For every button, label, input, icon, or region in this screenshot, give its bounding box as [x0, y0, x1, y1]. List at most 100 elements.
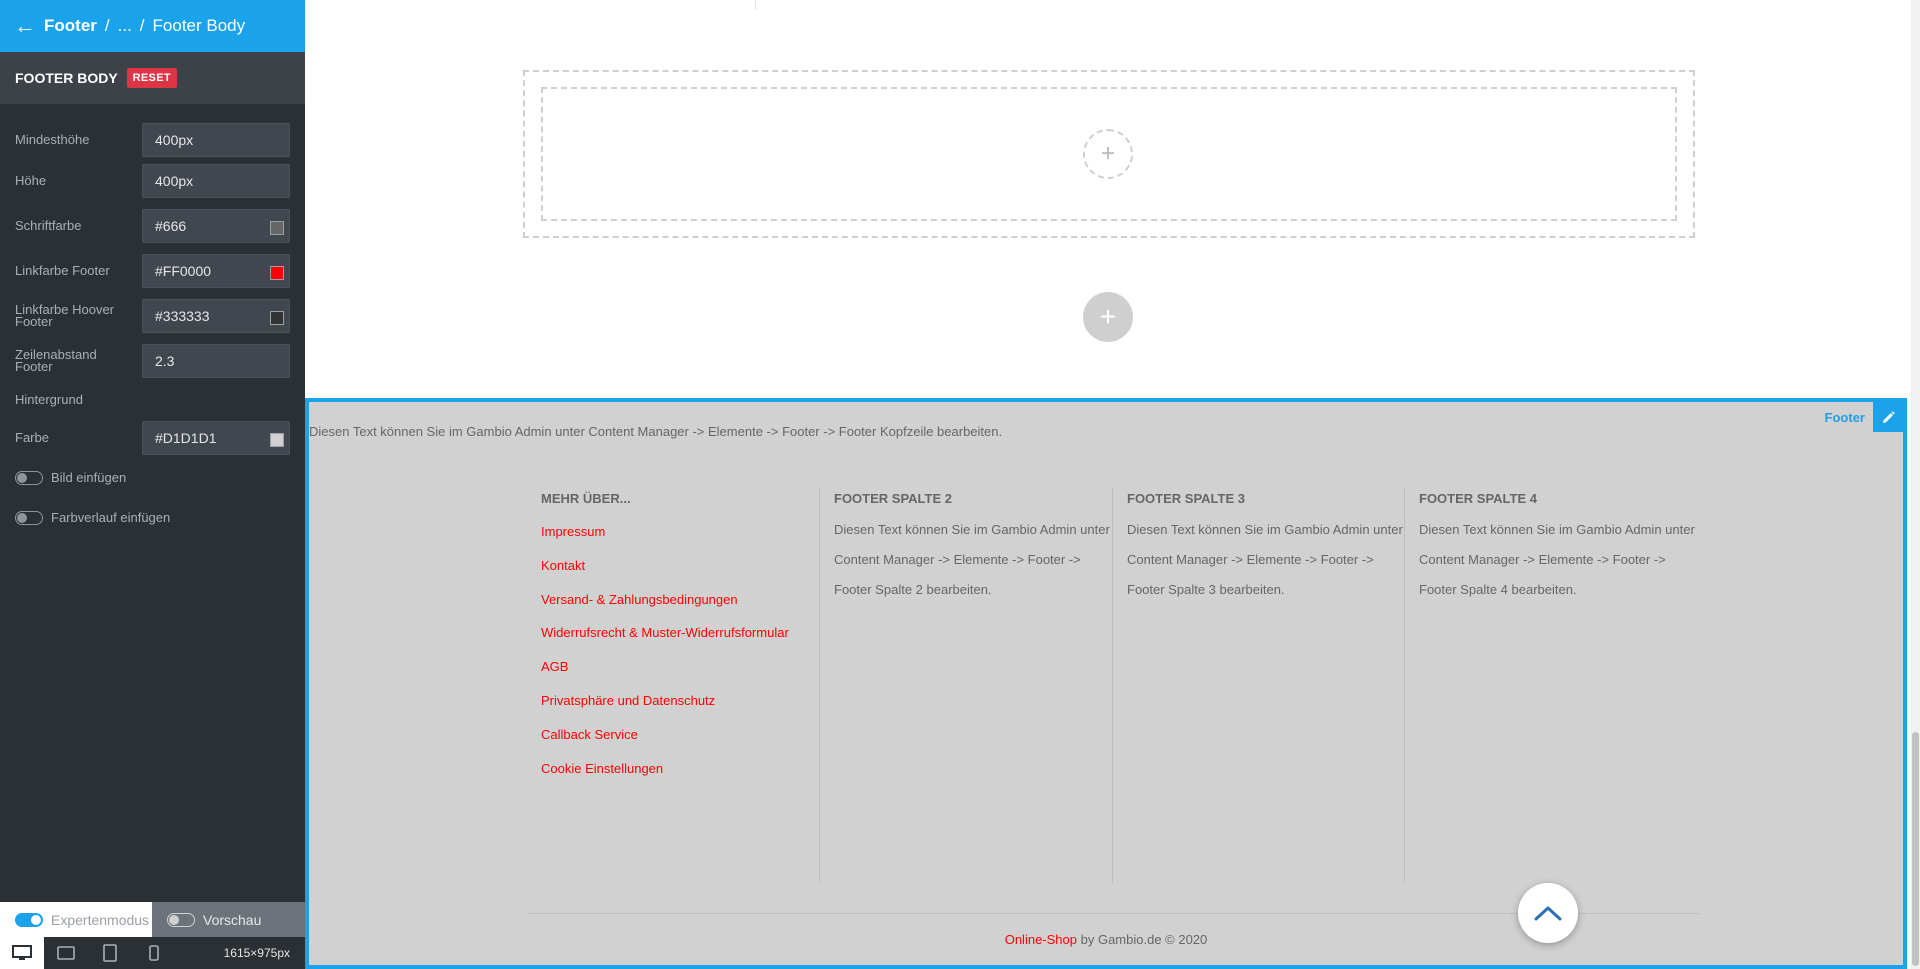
bg-color-field: Farbe #D1D1D1 — [0, 421, 305, 455]
link-color-value: #FF0000 — [155, 263, 212, 279]
footer-link-impressum[interactable]: Impressum — [541, 515, 820, 549]
link-color-field: Linkfarbe Footer #FF0000 — [0, 254, 305, 288]
toggle-knob — [17, 472, 27, 483]
column-text: Diesen Text können Sie im Gambio Admin u… — [834, 522, 1110, 597]
breadcrumb-ellipsis[interactable]: ... — [118, 16, 132, 36]
breadcrumb-current: Footer Body — [152, 16, 246, 35]
scroll-to-top-button[interactable] — [1518, 883, 1578, 943]
footer-column-4: FOOTER SPALTE 4 Diesen Text können Sie i… — [1404, 487, 1697, 883]
height-input[interactable]: 400px — [142, 164, 290, 198]
tablet-landscape-icon[interactable] — [44, 937, 88, 969]
plus-icon[interactable]: + — [1083, 129, 1133, 179]
footer-link-widerrufsrecht[interactable]: Widerrufsrecht & Muster-Widerrufsformula… — [541, 616, 820, 650]
device-bar: 1615×975px — [0, 937, 305, 969]
preview-label: Vorschau — [203, 911, 262, 928]
column-title: FOOTER SPALTE 4 — [1419, 491, 1537, 506]
link-color-input[interactable]: #FF0000 — [142, 254, 290, 288]
font-color-field: Schriftfarbe #666 — [0, 209, 305, 243]
footer-column-3: FOOTER SPALTE 3 Diesen Text können Sie i… — [1112, 487, 1405, 883]
footer-link-cookie[interactable]: Cookie Einstellungen — [541, 752, 820, 786]
editor-sidebar: ← Footer / ... / Footer Body FOOTER BODY… — [0, 0, 305, 969]
preview-switch[interactable] — [167, 912, 195, 927]
pencil-icon[interactable] — [1873, 402, 1903, 432]
font-color-value: #666 — [155, 218, 187, 234]
reset-button[interactable]: RESET — [126, 68, 177, 88]
footer-link-callback[interactable]: Callback Service — [541, 718, 820, 752]
column-title: FOOTER SPALTE 3 — [1127, 491, 1245, 506]
footer-badge: Footer — [1825, 402, 1903, 432]
footer-link-versand[interactable]: Versand- & Zahlungsbedingungen — [541, 583, 820, 617]
arrow-left-icon[interactable]: ← — [14, 13, 36, 39]
min-height-field: Mindesthöhe 400px — [0, 123, 305, 157]
phone-icon[interactable] — [132, 937, 176, 969]
toggle-knob — [31, 914, 41, 925]
expert-mode-label: Expertenmodus — [51, 911, 150, 928]
footer-column-1: MEHR ÜBER... Impressum Kontakt Versand- … — [527, 487, 820, 883]
breadcrumb-root[interactable]: Footer — [44, 16, 97, 36]
column-title: MEHR ÜBER... — [541, 491, 631, 506]
bg-color-label: Farbe — [15, 430, 49, 445]
section-title: FOOTER BODY — [15, 70, 118, 86]
footer-block[interactable]: Footer Diesen Text können Sie im Gambio … — [305, 398, 1907, 969]
chevron-up-icon — [1534, 906, 1562, 921]
link-hover-color-field: Linkfarbe Hoover Footer #333333 — [0, 299, 305, 333]
footer-header-text: Diesen Text können Sie im Gambio Admin u… — [309, 424, 1003, 439]
image-toggle[interactable] — [15, 470, 43, 485]
background-heading: Hintergrund — [15, 392, 83, 407]
bg-color-swatch[interactable] — [270, 433, 284, 447]
bg-color-value: #D1D1D1 — [155, 430, 217, 446]
min-height-value: 400px — [155, 132, 194, 148]
font-color-swatch[interactable] — [270, 221, 284, 235]
bg-color-input[interactable]: #D1D1D1 — [142, 421, 290, 455]
image-toggle-label: Bild einfügen — [51, 470, 127, 485]
copyright-text: by Gambio.de © 2020 — [1077, 932, 1208, 947]
scrollbar[interactable] — [1911, 0, 1920, 969]
expert-mode-switch[interactable] — [15, 912, 43, 927]
font-color-input[interactable]: #666 — [142, 209, 290, 243]
add-section-button[interactable]: + — [1083, 292, 1133, 342]
gradient-toggle-row[interactable]: Farbverlauf einfügen — [15, 510, 170, 525]
link-hover-color-swatch[interactable] — [270, 311, 284, 325]
footer-badge-label[interactable]: Footer — [1825, 410, 1865, 425]
footer-column-2: FOOTER SPALTE 2 Diesen Text können Sie i… — [819, 487, 1112, 883]
viewport-dimensions: 1615×975px — [223, 946, 290, 960]
expert-mode-toggle[interactable]: Expertenmodus — [0, 902, 152, 937]
breadcrumb-separator: / — [104, 16, 110, 35]
breadcrumb: ← Footer / ... / Footer Body — [0, 0, 305, 52]
min-height-input[interactable]: 400px — [142, 123, 290, 157]
tablet-portrait-icon[interactable] — [88, 937, 132, 969]
height-field: Höhe 400px — [0, 164, 305, 198]
link-hover-color-value: #333333 — [155, 308, 210, 324]
desktop-icon[interactable] — [0, 937, 44, 969]
section-header: FOOTER BODY RESET — [0, 52, 305, 104]
footer-link-agb[interactable]: AGB — [541, 650, 820, 684]
line-height-input[interactable]: 2.3 — [142, 344, 290, 378]
footer-link-kontakt[interactable]: Kontakt — [541, 549, 820, 583]
gradient-toggle[interactable] — [15, 510, 43, 525]
line-height-value: 2.3 — [155, 353, 175, 369]
font-color-label: Schriftfarbe — [15, 218, 82, 233]
height-value: 400px — [155, 173, 194, 189]
column-text: Diesen Text können Sie im Gambio Admin u… — [1419, 522, 1695, 597]
footer-link-datenschutz[interactable]: Privatsphäre und Datenschutz — [541, 684, 820, 718]
image-toggle-row[interactable]: Bild einfügen — [15, 470, 126, 485]
link-hover-color-label: Linkfarbe Hoover Footer — [15, 302, 114, 329]
divider — [755, 0, 756, 10]
toggle-knob — [17, 512, 27, 523]
mode-bar: Expertenmodus Vorschau — [0, 902, 305, 937]
height-label: Höhe — [15, 173, 47, 188]
scrollbar-thumb[interactable] — [1912, 732, 1919, 966]
link-hover-color-input[interactable]: #333333 — [142, 299, 290, 333]
toggle-knob — [169, 914, 179, 925]
line-height-label: Zeilenabstand Footer — [15, 347, 97, 374]
breadcrumb-separator: / — [139, 16, 145, 35]
preview-toggle[interactable]: Vorschau — [152, 902, 305, 937]
column-text: Diesen Text können Sie im Gambio Admin u… — [1127, 522, 1403, 597]
column-title: FOOTER SPALTE 2 — [834, 491, 952, 506]
page-canvas: + + Footer Diesen Text können Sie im Gam… — [305, 0, 1920, 969]
online-shop-link[interactable]: Online-Shop — [1005, 932, 1077, 947]
link-color-label: Linkfarbe Footer — [15, 263, 110, 278]
link-color-swatch[interactable] — [270, 266, 284, 280]
copyright: Online-Shop by Gambio.de © 2020 — [309, 932, 1903, 947]
line-height-field: Zeilenabstand Footer 2.3 — [0, 344, 305, 378]
